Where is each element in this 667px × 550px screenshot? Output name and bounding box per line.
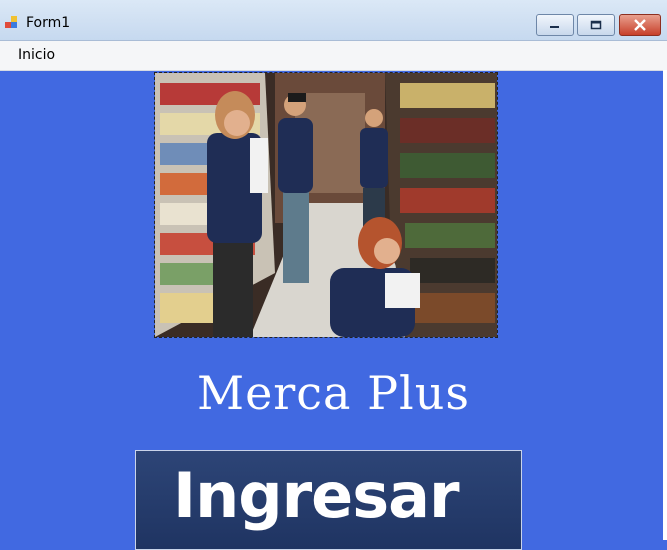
maximize-icon [590,20,602,30]
close-button[interactable] [619,14,661,36]
ingresar-button[interactable]: Ingresar [135,450,522,550]
ingresar-button-label: Ingresar [173,459,460,532]
window-title: Form1 [26,15,71,31]
menu-item-inicio[interactable]: Inicio [18,47,55,63]
window-titlebar: Form1 [0,0,667,41]
app-form-icon [5,16,19,30]
brand-title: Merca Plus [196,366,471,420]
maximize-button[interactable] [577,14,615,36]
minimize-icon [550,26,559,28]
supermarket-staff-photo [154,72,498,338]
minimize-button[interactable] [536,14,574,36]
window-right-border [663,70,667,540]
menu-bar: Inicio [0,41,667,71]
close-icon [634,19,646,31]
